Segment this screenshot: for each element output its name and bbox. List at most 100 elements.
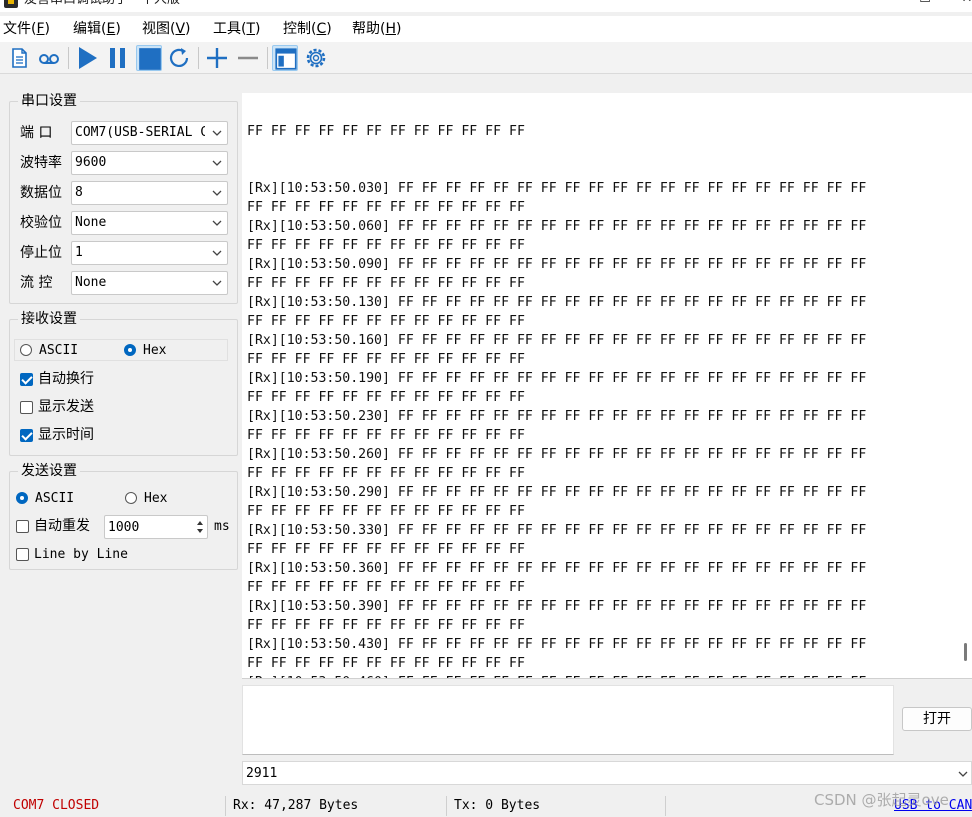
baud-select[interactable]: 9600 [71,151,228,175]
log-bytes: FF FF FF FF FF FF FF FF FF FF FF FF FF F… [397,409,867,424]
send-ascii-radio[interactable] [16,492,28,504]
show-sent-checkbox[interactable] [20,401,33,414]
scrollbar-thumb[interactable] [964,643,967,661]
interval-spinbox[interactable]: 1000 [104,515,208,539]
log-line: FF FF FF FF FF FF FF FF FF FF FF FF [247,542,525,557]
auto-resend-label: 自动重发 [34,518,90,534]
log-bytes: FF FF FF FF FF FF FF FF FF FF FF FF FF F… [397,447,867,462]
pause-icon[interactable] [105,45,131,71]
status-divider [665,796,666,816]
toolbar-divider [198,47,199,69]
log-bytes: FF FF FF FF FF FF FF FF FF FF FF FF FF F… [397,485,867,500]
log-entry: [Rx][10:53:50.090] FF FF FF FF FF FF FF … [247,255,866,274]
menu-file[interactable]: 文件(F) [3,19,50,39]
log-timestamp: [Rx][10:53:50.130] [247,295,390,310]
send-input[interactable] [242,685,894,755]
log-bytes: FF FF FF FF FF FF FF FF FF FF FF FF FF F… [397,333,867,348]
refresh-icon[interactable] [166,45,192,71]
app-icon [4,0,18,8]
log-line: FF FF FF FF FF FF FF FF FF FF FF FF [247,428,525,443]
send-history-select[interactable]: 2911 [242,761,972,785]
status-divider [446,796,447,816]
send-settings-title: 发送设置 [18,462,80,480]
rx-count: Rx: 47,287 Bytes [233,798,359,813]
settings-icon[interactable] [303,45,329,71]
menu-help[interactable]: 帮助(H) [352,19,401,39]
log-line: FF FF FF FF FF FF FF FF FF FF FF FF [247,390,525,405]
port-status: COM7 CLOSED [13,798,100,813]
flow-label: 流 控 [20,275,53,291]
play-icon[interactable] [74,45,100,71]
maximize-button[interactable]: ☐ [915,0,935,9]
menu-edit[interactable]: 编辑(E) [73,19,121,39]
receive-ascii-radio[interactable] [20,344,32,356]
parity-select[interactable]: None [71,211,228,235]
close-button[interactable]: ✕ [957,0,972,9]
tx-count: Tx: 0 Bytes [454,798,541,813]
port-select[interactable]: COM7(USB-SERIAL CH340) [71,121,228,145]
toolbar [0,42,972,74]
chevron-down-icon [212,250,222,256]
port-label: 端 口 [20,125,53,141]
log-timestamp: [Rx][10:53:50.090] [247,257,390,272]
log-entry: [Rx][10:53:50.460] FF FF FF FF FF FF FF … [247,673,866,678]
send-ascii-label: ASCII [35,491,75,506]
menu-control[interactable]: 控制(C) [283,19,332,39]
open-button[interactable]: 打开 [902,707,972,731]
auto-resend-checkbox[interactable] [16,520,29,533]
watermark: CSDN @张起灵ove [814,791,949,809]
databits-select[interactable]: 8 [71,181,228,205]
new-file-icon[interactable] [6,45,32,71]
record-icon[interactable] [36,45,62,71]
parity-label: 校验位 [20,215,62,231]
receive-hex-label: Hex [143,343,167,358]
status-divider [225,796,226,816]
remove-icon[interactable] [235,45,261,71]
send-hex-radio[interactable] [125,492,137,504]
log-timestamp: [Rx][10:53:50.030] [247,181,390,196]
receive-hex-radio[interactable] [124,344,136,356]
log-line: FF FF FF FF FF FF FF FF FF FF FF FF [247,124,525,139]
log-line: FF FF FF FF FF FF FF FF FF FF FF FF [247,656,525,671]
log-line: FF FF FF FF FF FF FF FF FF FF FF FF [247,466,525,481]
baud-label: 波特率 [20,155,62,171]
add-icon[interactable] [204,45,230,71]
chevron-down-icon [212,220,222,226]
stopbits-select[interactable]: 1 [71,241,228,265]
log-timestamp: [Rx][10:53:50.060] [247,219,390,234]
auto-wrap-checkbox[interactable] [20,373,33,386]
log-entry: [Rx][10:53:50.030] FF FF FF FF FF FF FF … [247,179,866,198]
show-time-checkbox[interactable] [20,429,33,442]
log-line: FF FF FF FF FF FF FF FF FF FF FF FF [247,314,525,329]
title-bar: 友善串口调试助手 - 个人版 — ☐ ✕ [0,0,972,12]
log-entry: [Rx][10:53:50.260] FF FF FF FF FF FF FF … [247,445,866,464]
log-timestamp: [Rx][10:53:50.290] [247,485,390,500]
menu-view[interactable]: 视图(V) [142,19,191,39]
chevron-down-icon [212,280,222,286]
menu-bar: 文件(F) 编辑(E) 视图(V) 工具(T) 控制(C) 帮助(H) [0,16,972,42]
log-bytes: FF FF FF FF FF FF FF FF FF FF FF FF FF F… [397,219,867,234]
receive-text-area[interactable]: FF FF FF FF FF FF FF FF FF FF FF FF [Rx]… [242,93,972,679]
menu-tools[interactable]: 工具(T) [213,19,261,39]
window-icon[interactable] [272,45,298,71]
stop-icon[interactable] [136,45,162,71]
toolbar-divider [68,47,69,69]
log-timestamp: [Rx][10:53:50.460] [247,675,390,678]
toolbar-divider [267,47,268,69]
log-line: FF FF FF FF FF FF FF FF FF FF FF FF [247,352,525,367]
flow-select[interactable]: None [71,271,228,295]
line-by-line-label: Line by Line [34,547,128,562]
send-hex-label: Hex [144,491,168,506]
chevron-down-icon [958,771,968,777]
log-bytes: FF FF FF FF FF FF FF FF FF FF FF FF FF F… [397,599,867,614]
log-bytes: FF FF FF FF FF FF FF FF FF FF FF FF FF F… [397,295,867,310]
log-line: FF FF FF FF FF FF FF FF FF FF FF FF [247,618,525,633]
show-sent-label: 显示发送 [38,399,94,415]
line-by-line-checkbox[interactable] [16,548,29,561]
log-entry: [Rx][10:53:50.290] FF FF FF FF FF FF FF … [247,483,866,502]
log-timestamp: [Rx][10:53:50.260] [247,447,390,462]
minimize-button[interactable]: — [872,0,892,9]
log-entry: [Rx][10:53:50.160] FF FF FF FF FF FF FF … [247,331,866,350]
spin-arrows-icon[interactable] [195,517,205,537]
log-timestamp: [Rx][10:53:50.360] [247,561,390,576]
